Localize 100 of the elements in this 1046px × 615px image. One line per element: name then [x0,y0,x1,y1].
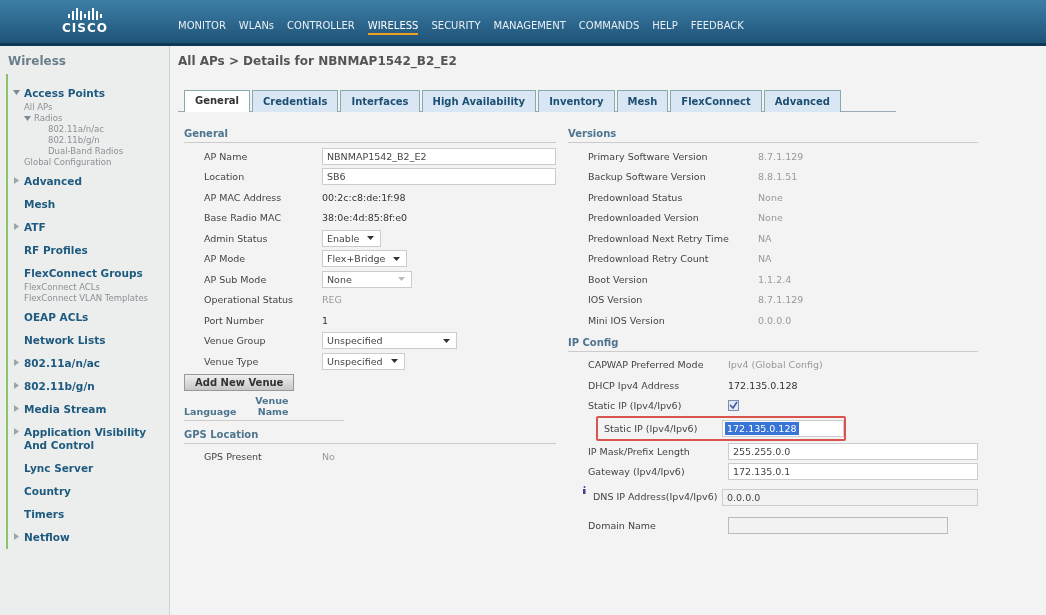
field-label: Predownload Next Retry Time [588,232,730,244]
sidebar-item[interactable]: Access Points [24,87,106,100]
field-label: AP Name [204,150,249,162]
field-value: 172.135.0.128 [728,379,798,391]
caret-down-icon[interactable] [12,89,20,96]
sidebar-item[interactable]: FlexConnect Groups [24,267,143,280]
field-label: Predownload Status [588,191,684,203]
sidebar-item[interactable]: Netflow [24,531,70,544]
text-field[interactable]: SB6 [322,168,556,186]
sidebar-item[interactable]: ATF [24,221,46,234]
field-label: Static IP (Ipv4/Ipv6) [604,423,699,434]
sidebar-item[interactable]: Media Stream [24,403,107,416]
field-value: 1 [322,314,329,326]
text-field[interactable]: NBNMAP1542_B2_E2 [322,147,556,165]
text-field[interactable]: 172.135.0.1 [728,463,978,481]
nav-tab[interactable]: HELP [652,20,678,35]
sidebar-item[interactable]: Country [24,485,71,498]
sidebar-item[interactable]: Advanced [24,175,82,188]
dropdown[interactable]: Enable [322,229,382,247]
field-label: Admin Status [204,232,269,244]
caret-icon [393,256,401,261]
sidebar-item[interactable]: 802.11a/n/ac [24,357,101,370]
add-venue-button[interactable]: Add New Venue [184,373,295,391]
field-label: Port Number [204,314,265,326]
tab[interactable]: Interfaces [340,90,420,112]
sidebar-item[interactable]: Timers [24,508,65,521]
nav-tab[interactable]: COMMANDS [578,20,640,35]
caret-right-icon[interactable] [12,428,20,435]
section-heading: General [184,124,556,143]
caret-right-icon[interactable] [12,405,20,412]
dropdown[interactable]: None [322,270,412,288]
field-label: Domain Name [588,519,657,531]
sidebar-item[interactable]: Application Visibility And Control [24,426,169,452]
field-value: 0.0.0.0 [758,314,792,326]
text-field[interactable]: 255.255.0.0 [728,442,978,460]
field-label: AP Sub Mode [204,273,268,285]
field-label: Backup Software Version [588,171,707,183]
sidebar-title: Wireless [7,53,67,70]
field-value: NA [758,253,772,265]
field-label: Mini IOS Version [588,314,666,326]
dropdown[interactable]: Flex+Bridge [322,250,408,268]
field-label: Base Radio MAC [204,212,283,224]
field-label: Venue Type [204,355,260,367]
caret-icon [398,277,405,282]
sidebar-item[interactable]: OEAP ACLs [24,311,89,324]
caret-down-icon[interactable] [24,115,31,122]
caret-right-icon[interactable] [12,177,20,184]
caret-right-icon[interactable] [12,382,20,389]
field-label: IOS Version [588,294,644,306]
field-label: Primary Software Version [588,150,709,162]
dropdown[interactable]: Unspecified [322,332,457,350]
nav-tab[interactable]: CONTROLLER [287,20,355,35]
sidebar-item[interactable]: Mesh [24,198,56,211]
field-label: Predownload Retry Count [588,253,710,265]
column-header: Venue Name [254,394,289,417]
tab[interactable]: High Availability [421,90,537,112]
caret-icon [367,236,375,241]
field-label: CAPWAP Preferred Mode [588,359,705,371]
section-heading: IP Config [568,332,978,352]
nav-tab[interactable]: MANAGEMENT [493,20,566,35]
checkbox[interactable] [728,400,739,412]
sidebar-item[interactable]: Lync Server [24,462,94,475]
nav-tab[interactable]: WLANs [238,20,275,35]
tab[interactable]: Advanced [763,90,841,112]
tab[interactable]: FlexConnect [670,90,762,112]
caret-right-icon[interactable] [12,359,20,366]
sidebar-item[interactable]: RF Profiles [24,244,88,257]
section-heading: GPS Location [184,424,556,444]
field-label: DHCP Ipv4 Address [588,379,681,391]
sidebar-item[interactable]: Network Lists [24,334,106,347]
dropdown[interactable]: Unspecified [322,352,405,370]
caret-icon [390,359,398,364]
field-label: Gateway (Ipv4/Ipv6) [588,466,686,478]
section-heading: Versions [568,124,978,143]
field-label: Static IP (Ipv4/Ipv6) [588,400,683,412]
field-label: Venue Group [204,335,267,347]
nav-tab[interactable]: FEEDBACK [690,20,744,35]
field-value: 1.1.2.4 [758,273,792,285]
field-label: IP Mask/Prefix Length [588,445,691,457]
tab[interactable]: Credentials [252,90,339,112]
tab[interactable]: Inventory [538,90,615,112]
caret-right-icon[interactable] [12,533,20,540]
nav-tab[interactable]: MONITOR [178,20,226,35]
tab[interactable]: General [184,90,250,112]
field-label: Boot Version [588,273,649,285]
field-label: AP Mode [204,253,247,265]
nav-tab[interactable]: WIRELESS [367,20,419,35]
logo-bars-icon [68,8,102,20]
tab[interactable]: Mesh [616,90,669,112]
text-field: 0.0.0.0 [722,488,978,506]
sidebar-item[interactable]: 802.11b/g/n [24,380,95,393]
field-value: 8.7.1.129 [758,294,804,306]
nav-tab[interactable]: SECURITY [431,20,481,35]
field-value: 00:2c:c8:de:1f:98 [322,191,406,203]
text-field[interactable]: 172.135.0.128 [722,420,844,437]
field-value: No [322,451,335,463]
column-header: Language [184,405,237,417]
field-value: 38:0e:4d:85:8f:e0 [322,212,408,224]
caret-right-icon[interactable] [12,223,20,230]
logo-text: CISCO [62,21,108,35]
